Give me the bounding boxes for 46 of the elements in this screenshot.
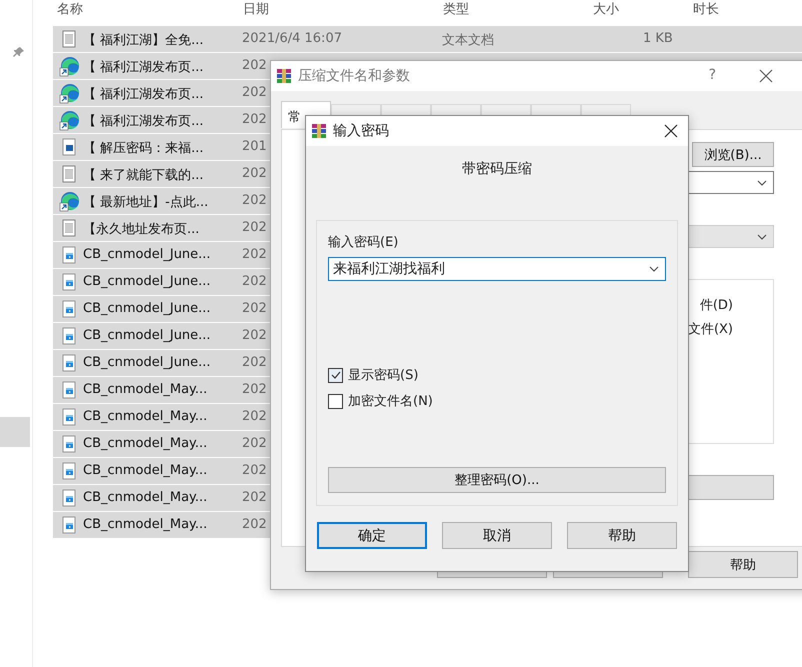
file-date: 202: [242, 409, 267, 424]
file-name: 【 解压密码：来福...: [83, 140, 204, 157]
file-name: 【 福利江湖】全免...: [83, 32, 204, 49]
file-name: CB_cnmodel_June...: [83, 247, 211, 262]
file-size: 1 KB: [643, 31, 673, 46]
file-name: CB_cnmodel_May...: [83, 517, 208, 532]
window-title: 压缩文件名和参数: [298, 67, 410, 85]
file-date: 202: [242, 193, 267, 208]
file-date: 202: [242, 85, 267, 100]
file-name: CB_cnmodel_May...: [83, 382, 208, 397]
file-date: 202: [242, 517, 267, 532]
file-name: CB_cnmodel_June...: [83, 301, 211, 316]
file-name: CB_cnmodel_June...: [83, 274, 211, 289]
file-date: 202: [242, 301, 267, 316]
file-date: 202: [242, 355, 267, 370]
file-date: 202: [242, 220, 267, 235]
file-name: CB_cnmodel_May...: [83, 436, 208, 451]
file-name: 【 福利江湖发布页...: [83, 86, 204, 103]
file-name: CB_cnmodel_May...: [83, 409, 208, 424]
file-date: 201: [242, 139, 267, 154]
window-title: 输入密码: [333, 122, 389, 140]
file-date: 2021/6/4 16:07: [242, 31, 342, 46]
password-label: 输入密码(E): [328, 234, 400, 251]
dialog-heading: 带密码压缩: [461, 160, 533, 179]
file-date: 202: [242, 382, 267, 397]
file-date: 202: [242, 166, 267, 181]
file-type: 文本文档: [442, 32, 494, 49]
file-name: 【 来了就能下载的...: [83, 167, 204, 184]
file-name: 【 福利江湖发布页...: [83, 113, 204, 130]
file-name: CB_cnmodel_June...: [83, 355, 211, 370]
file-name: CB_cnmodel_May...: [83, 490, 208, 505]
file-name: CB_cnmodel_June...: [83, 328, 211, 343]
file-date: 202: [242, 58, 267, 73]
file-name: 【 最新地址】-点此...: [83, 194, 208, 211]
file-date: 202: [242, 274, 267, 289]
file-date: 202: [242, 463, 267, 478]
file-name: CB_cnmodel_May...: [83, 463, 208, 478]
option-label: 件(D): [700, 297, 733, 314]
file-date: 202: [242, 247, 267, 262]
file-date: 202: [242, 112, 267, 127]
file-date: 202: [242, 328, 267, 343]
file-name: 【永久地址发布页...: [83, 221, 200, 238]
file-date: 202: [242, 436, 267, 451]
file-date: 202: [242, 490, 267, 505]
file-name: 【 福利江湖发布页...: [83, 59, 204, 76]
option-label: 文件(X): [688, 321, 733, 338]
